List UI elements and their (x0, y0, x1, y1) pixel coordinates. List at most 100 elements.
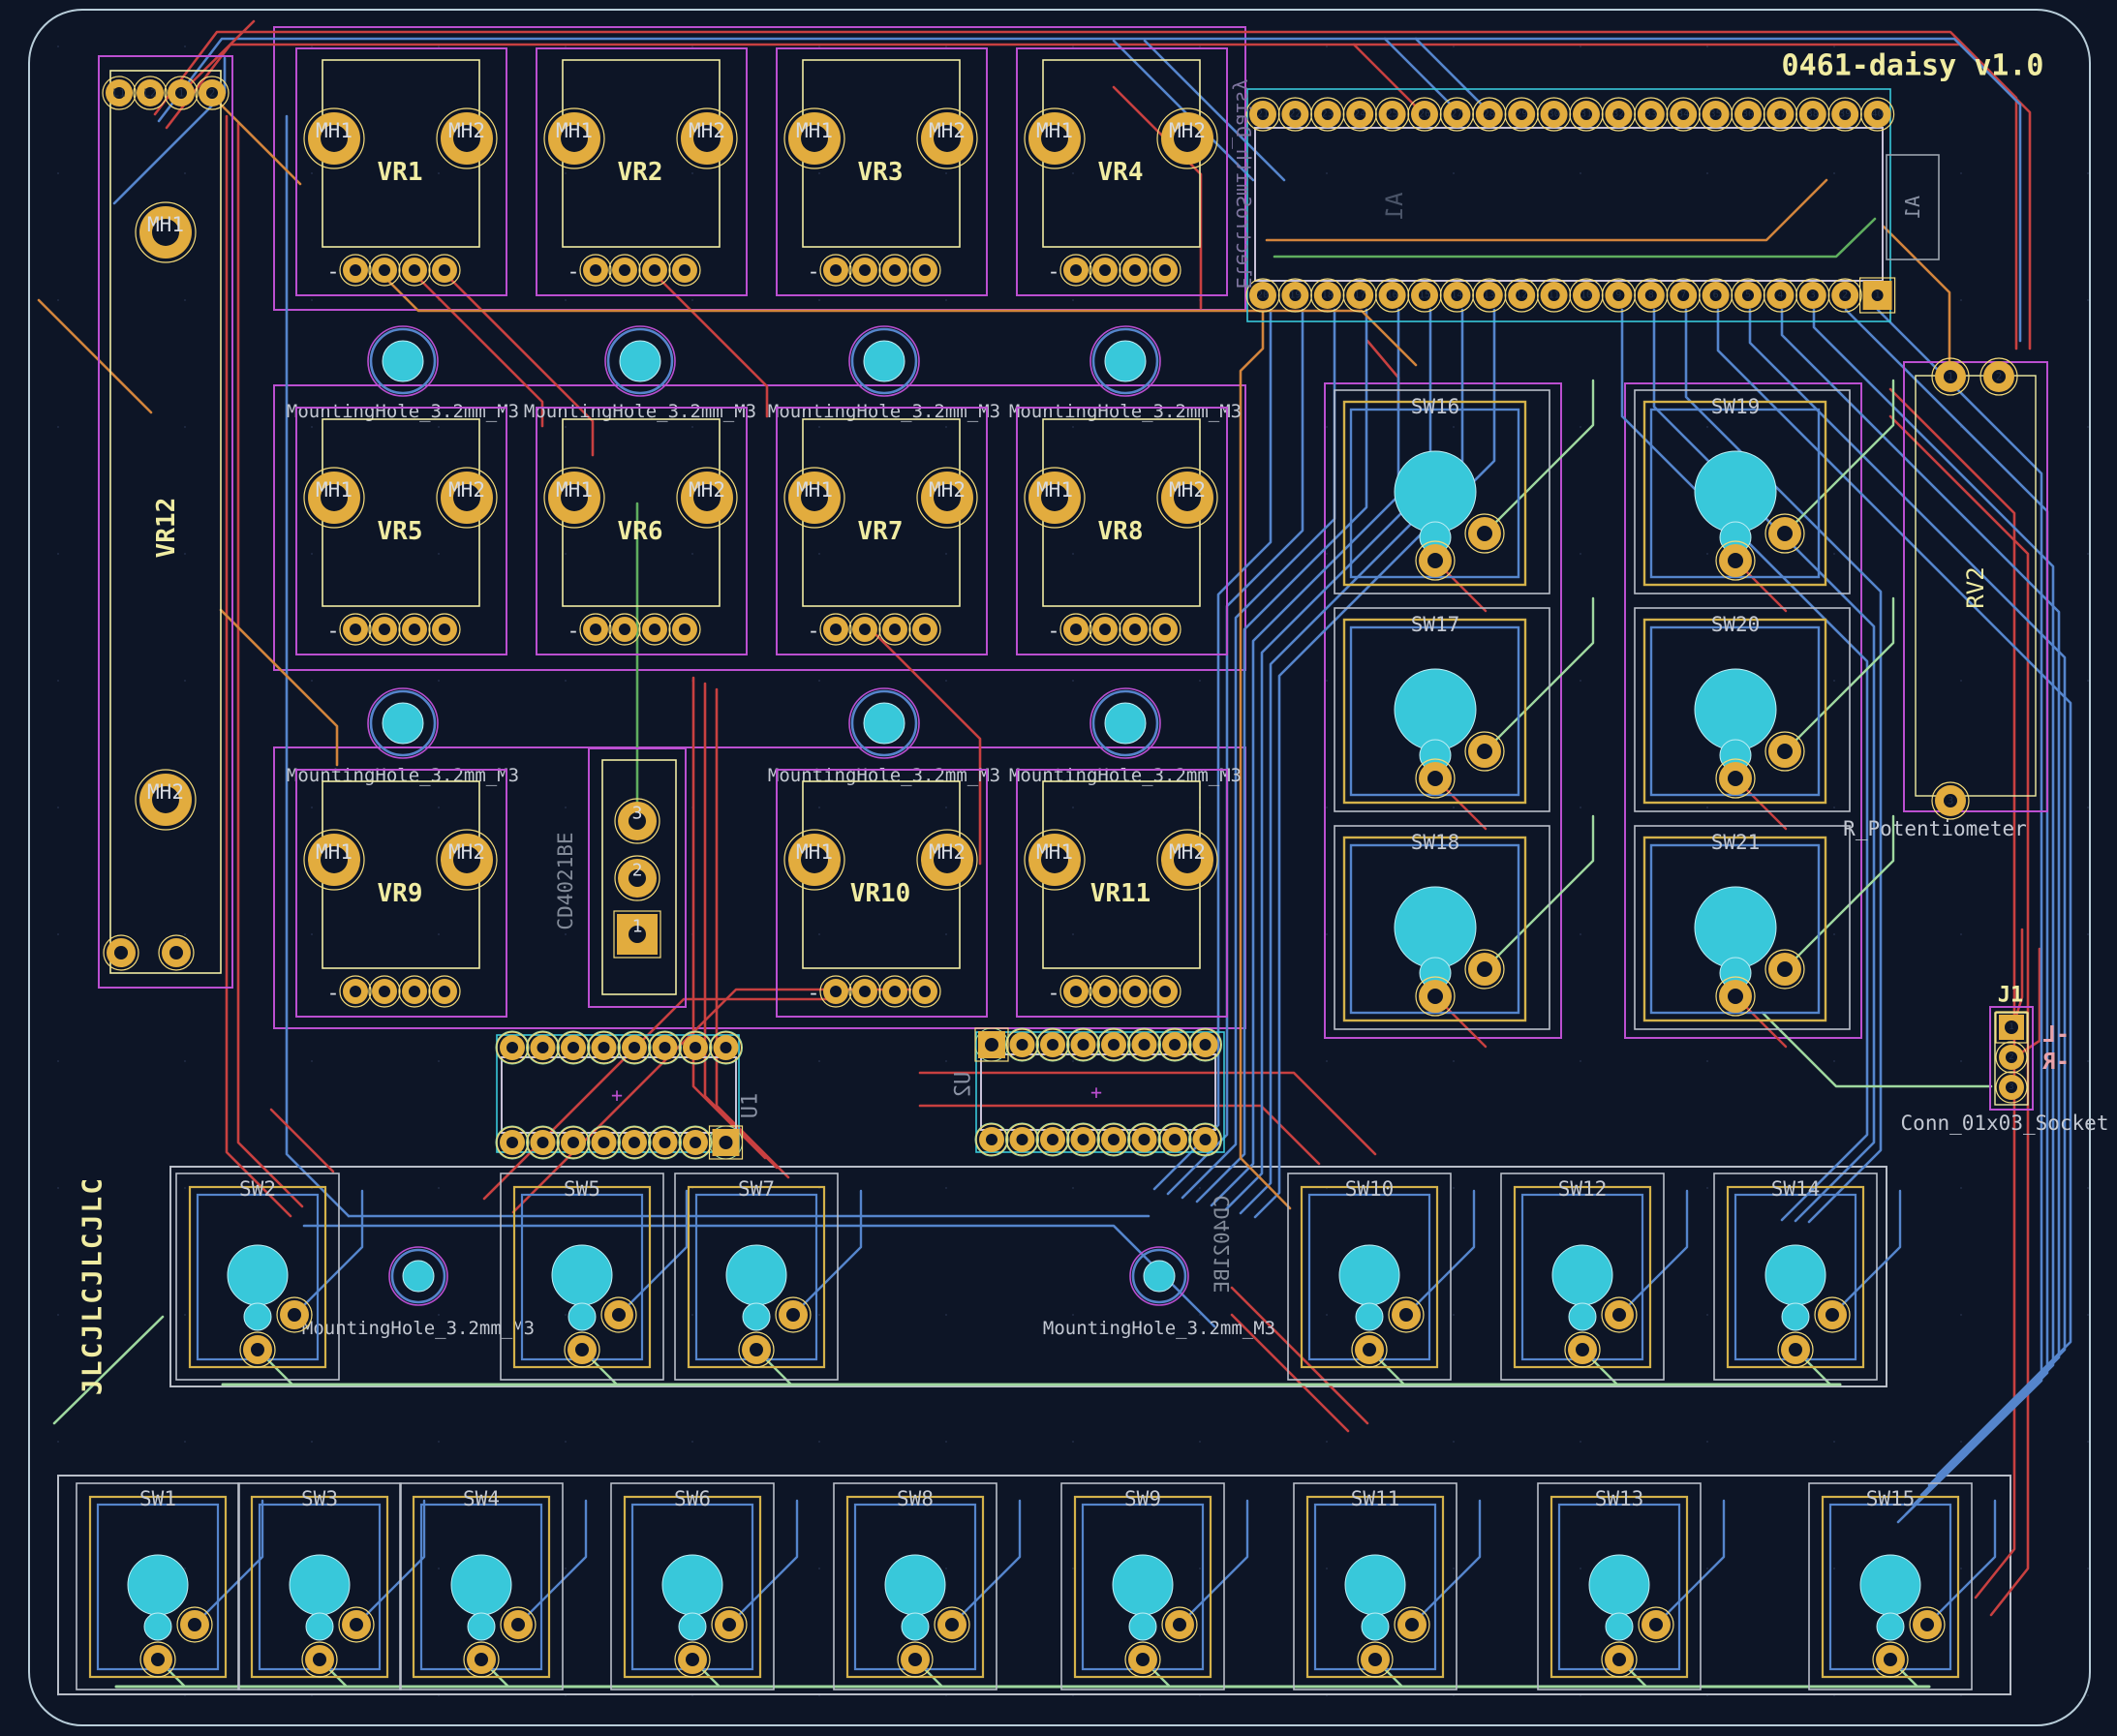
component-VR7[interactable]: MH1MH2VR7- (777, 408, 987, 655)
trace-lgreen[interactable] (1485, 381, 1593, 533)
pad (1716, 759, 1755, 798)
trace-blue[interactable] (952, 1501, 1020, 1625)
component-VR3[interactable]: MH1MH2VR3- (777, 48, 987, 295)
trace-blue[interactable] (1656, 1501, 1724, 1625)
trace-blue[interactable] (1654, 310, 1874, 1221)
component-A1[interactable]: 2120221923182417251626152714281329123011… (1246, 89, 1939, 321)
component-SW19[interactable]: SW19 (1635, 381, 1893, 611)
trace-blue[interactable] (1180, 1501, 1247, 1625)
pad (1068, 1029, 1099, 1060)
pad-number: 7 (1680, 290, 1686, 301)
ref-label: SW19 (1711, 395, 1761, 418)
mounting-hole-label: MountingHole_3.2mm_M3 (287, 765, 519, 786)
component-SW11[interactable]: SW11 (1294, 1483, 1480, 1690)
trace-lgreen[interactable] (1485, 598, 1593, 751)
trace-blue[interactable] (518, 1501, 586, 1625)
trace-blue[interactable] (1406, 1191, 1474, 1315)
minus-mark: - (807, 982, 819, 1006)
component-VR8[interactable]: MH1MH2VR8- (1017, 408, 1227, 655)
component-SW2[interactable]: SW2 (176, 1173, 362, 1385)
component-SW12[interactable]: SW12 (1501, 1173, 1687, 1385)
trace-blue[interactable] (1412, 1501, 1480, 1625)
component-SW8[interactable]: SW8 (834, 1483, 1020, 1690)
trace-blue[interactable] (1197, 310, 1366, 1202)
component-SW9[interactable]: SW9 (1061, 1483, 1247, 1690)
trace-blue[interactable] (1182, 310, 1335, 1198)
pad-number: 3 (1948, 795, 1954, 807)
trace-red[interactable] (657, 276, 767, 416)
component-SW7[interactable]: SW7 (675, 1173, 861, 1385)
component-SW1[interactable]: SW1 (77, 1483, 262, 1690)
component-SW10[interactable]: SW10 (1288, 1173, 1474, 1385)
component-VR1[interactable]: MH1MH2VR1- (296, 48, 506, 295)
mounting-hole[interactable]: MountingHole_3.2mm_M3 (768, 688, 1000, 786)
pad (1129, 1029, 1160, 1060)
component-SW5[interactable]: SW5 (501, 1173, 687, 1385)
trace-blue[interactable] (1878, 310, 2041, 1522)
trace-blue[interactable] (114, 58, 225, 203)
mounting-hole[interactable]: MountingHole_3.2mm_M3 (287, 688, 519, 786)
pad-number: 31 (1580, 109, 1592, 120)
component-SW17[interactable]: SW17 (1335, 598, 1593, 829)
component-SW6[interactable]: SW6 (611, 1483, 797, 1690)
trace-blue[interactable] (1846, 310, 2047, 1514)
pad (820, 976, 851, 1007)
component-SW21[interactable]: SW21 (1635, 816, 1893, 1047)
component-VR5[interactable]: MH1MH2VR5- (296, 408, 506, 655)
pad (609, 255, 640, 286)
component-SW13[interactable]: SW13 (1538, 1483, 1724, 1690)
mounting-hole[interactable]: MountingHole_3.2mm_M3 (1043, 1247, 1275, 1339)
trace-blue[interactable] (619, 1191, 687, 1315)
trace-blue[interactable] (294, 1191, 362, 1315)
mh1-label: MH1 (316, 478, 353, 502)
trace-red[interactable] (447, 276, 593, 455)
component-VR9[interactable]: MH1MH2VR9- (296, 770, 506, 1017)
component-VR6[interactable]: MH1MH2VR6- (537, 408, 747, 655)
trace-orange[interactable] (39, 300, 151, 412)
component-VR11[interactable]: MH1MH2VR11- (1017, 770, 1227, 1017)
trace-blue[interactable] (1619, 1191, 1687, 1315)
trace-lgreen[interactable] (1785, 598, 1893, 751)
component-SW15[interactable]: SW15 (1809, 1483, 1995, 1690)
pad (1778, 1332, 1813, 1367)
trace-blue[interactable] (1927, 1501, 1995, 1625)
trace-blue[interactable] (793, 1191, 861, 1315)
trace-red[interactable] (1367, 341, 1398, 411)
mounting-hole[interactable]: MountingHole_3.2mm_M3 (1009, 688, 1242, 786)
pad (1765, 732, 1804, 771)
component-SW3[interactable]: SW3 (238, 1483, 424, 1690)
pad (1037, 1124, 1068, 1155)
trace-lgreen[interactable] (1763, 1013, 1991, 1086)
component-VR4[interactable]: MH1MH2VR4- (1017, 48, 1227, 295)
trace-blue[interactable] (1226, 310, 1430, 1209)
trace-green[interactable] (1274, 219, 1875, 257)
trace-blue[interactable] (1832, 1191, 1900, 1315)
component-VR12[interactable]: L1L212MH1MH2VR12 (99, 56, 232, 988)
pad (776, 1297, 811, 1332)
component-VR10[interactable]: MH1MH2VR10- (777, 770, 987, 1017)
component-U2[interactable]: +U2 (952, 1028, 1225, 1156)
trace-blue[interactable] (1255, 310, 1494, 1217)
pad-number: 11 (1549, 290, 1560, 301)
trace-orange[interactable] (1267, 180, 1826, 240)
minus-mark: - (567, 620, 579, 644)
component-SW18[interactable]: SW18 (1335, 816, 1593, 1047)
pad-number: 20 (1257, 290, 1269, 301)
trace-red[interactable] (271, 1110, 333, 1172)
trace-lgreen[interactable] (54, 1317, 163, 1423)
trace-red[interactable] (1232, 1288, 1367, 1423)
pad (240, 1332, 275, 1367)
trace-red[interactable] (238, 124, 302, 1206)
trace-orange[interactable] (1884, 227, 1949, 374)
trace-blue[interactable] (729, 1501, 797, 1625)
component-J1[interactable]: J1123-L-RConn_01x03_Socket (1901, 984, 2109, 1136)
mounting-hole[interactable]: MountingHole_3.2mm_M3 (302, 1247, 535, 1339)
component-VR2[interactable]: MH1MH2VR2- (537, 48, 747, 295)
pad (1352, 1332, 1387, 1367)
component-SW16[interactable]: SW16 (1335, 381, 1593, 611)
component-SW20[interactable]: SW20 (1635, 598, 1893, 829)
component-SW4[interactable]: SW4 (400, 1483, 586, 1690)
component-SW14[interactable]: SW14 (1714, 1173, 1900, 1385)
trace-red[interactable] (227, 116, 291, 1216)
trace-lgreen[interactable] (1485, 816, 1593, 969)
